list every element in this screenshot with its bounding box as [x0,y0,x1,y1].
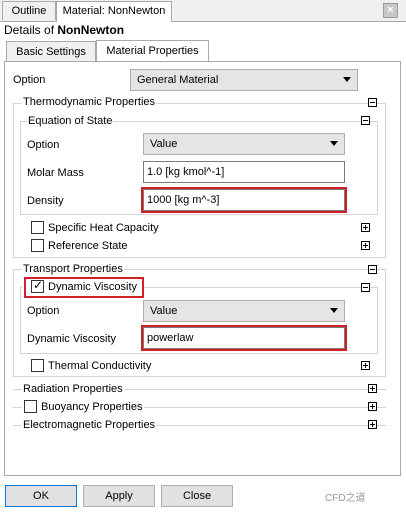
collapse-transport-icon[interactable] [368,265,377,274]
density-label: Density [27,195,64,207]
tab-basic-settings[interactable]: Basic Settings [6,41,96,61]
option-select-value: General Material [137,74,219,86]
tab-material-properties[interactable]: Material Properties [96,40,209,62]
radiation-title: Radiation Properties [22,383,124,395]
thermal-conductivity-label: Thermal Conductivity [48,360,152,372]
expand-specific-heat-icon[interactable] [361,223,370,232]
dv-option-label: Option [27,305,60,317]
close-button[interactable]: Close [161,485,233,507]
reference-state-label: Reference State [48,240,128,252]
density-highlight [141,187,347,213]
eos-option-label: Option [27,139,60,151]
eos-option-value: Value [150,138,178,150]
option-select[interactable]: General Material [130,69,358,91]
eos-title: Equation of State [27,115,114,127]
molar-mass-input[interactable]: 1.0 [kg kmol^-1] [143,161,345,183]
ok-button[interactable]: OK [5,485,77,507]
expand-thermal-conductivity-icon[interactable] [361,361,370,370]
thermodynamic-title: Thermodynamic Properties [22,96,157,108]
buoyancy-checkbox[interactable] [24,400,37,413]
electromagnetic-title: Electromagnetic Properties [22,419,157,431]
details-prefix: Details of [4,23,55,37]
reference-state-checkbox[interactable] [31,239,44,252]
collapse-thermodynamic-icon[interactable] [368,98,377,107]
transport-title: Transport Properties [22,263,124,275]
specific-heat-checkbox[interactable] [31,221,44,234]
details-name: NonNewton [57,23,125,37]
chevron-down-icon [330,308,338,313]
option-label: Option [13,74,46,86]
expand-electromagnetic-icon[interactable] [368,420,377,429]
tab-outline[interactable]: Outline [2,1,56,20]
tab-material-nonnewton[interactable]: Material: NonNewton [56,1,172,22]
eos-option-select[interactable]: Value [143,133,345,155]
watermark-logo: CFD之道 [325,493,366,504]
apply-button[interactable]: Apply [83,485,155,507]
expand-reference-state-icon[interactable] [361,241,370,250]
dynamic-viscosity-highlight [24,277,144,298]
thermal-conductivity-checkbox[interactable] [31,359,44,372]
expand-buoyancy-icon[interactable] [368,402,377,411]
collapse-dynamic-viscosity-icon[interactable] [361,283,370,292]
chevron-down-icon [330,141,338,146]
chevron-down-icon [343,77,351,82]
collapse-eos-icon[interactable] [361,116,370,125]
dv-option-select[interactable]: Value [143,300,345,322]
buoyancy-title: Buoyancy Properties [41,401,143,413]
expand-radiation-icon[interactable] [368,384,377,393]
specific-heat-label: Specific Heat Capacity [48,222,159,234]
close-icon[interactable]: × [383,3,398,18]
molar-mass-label: Molar Mass [27,167,84,179]
details-title: Details of NonNewton [4,23,124,37]
dv-option-value: Value [150,305,178,317]
dv-value-label: Dynamic Viscosity [27,333,117,345]
dv-value-highlight [141,325,347,351]
